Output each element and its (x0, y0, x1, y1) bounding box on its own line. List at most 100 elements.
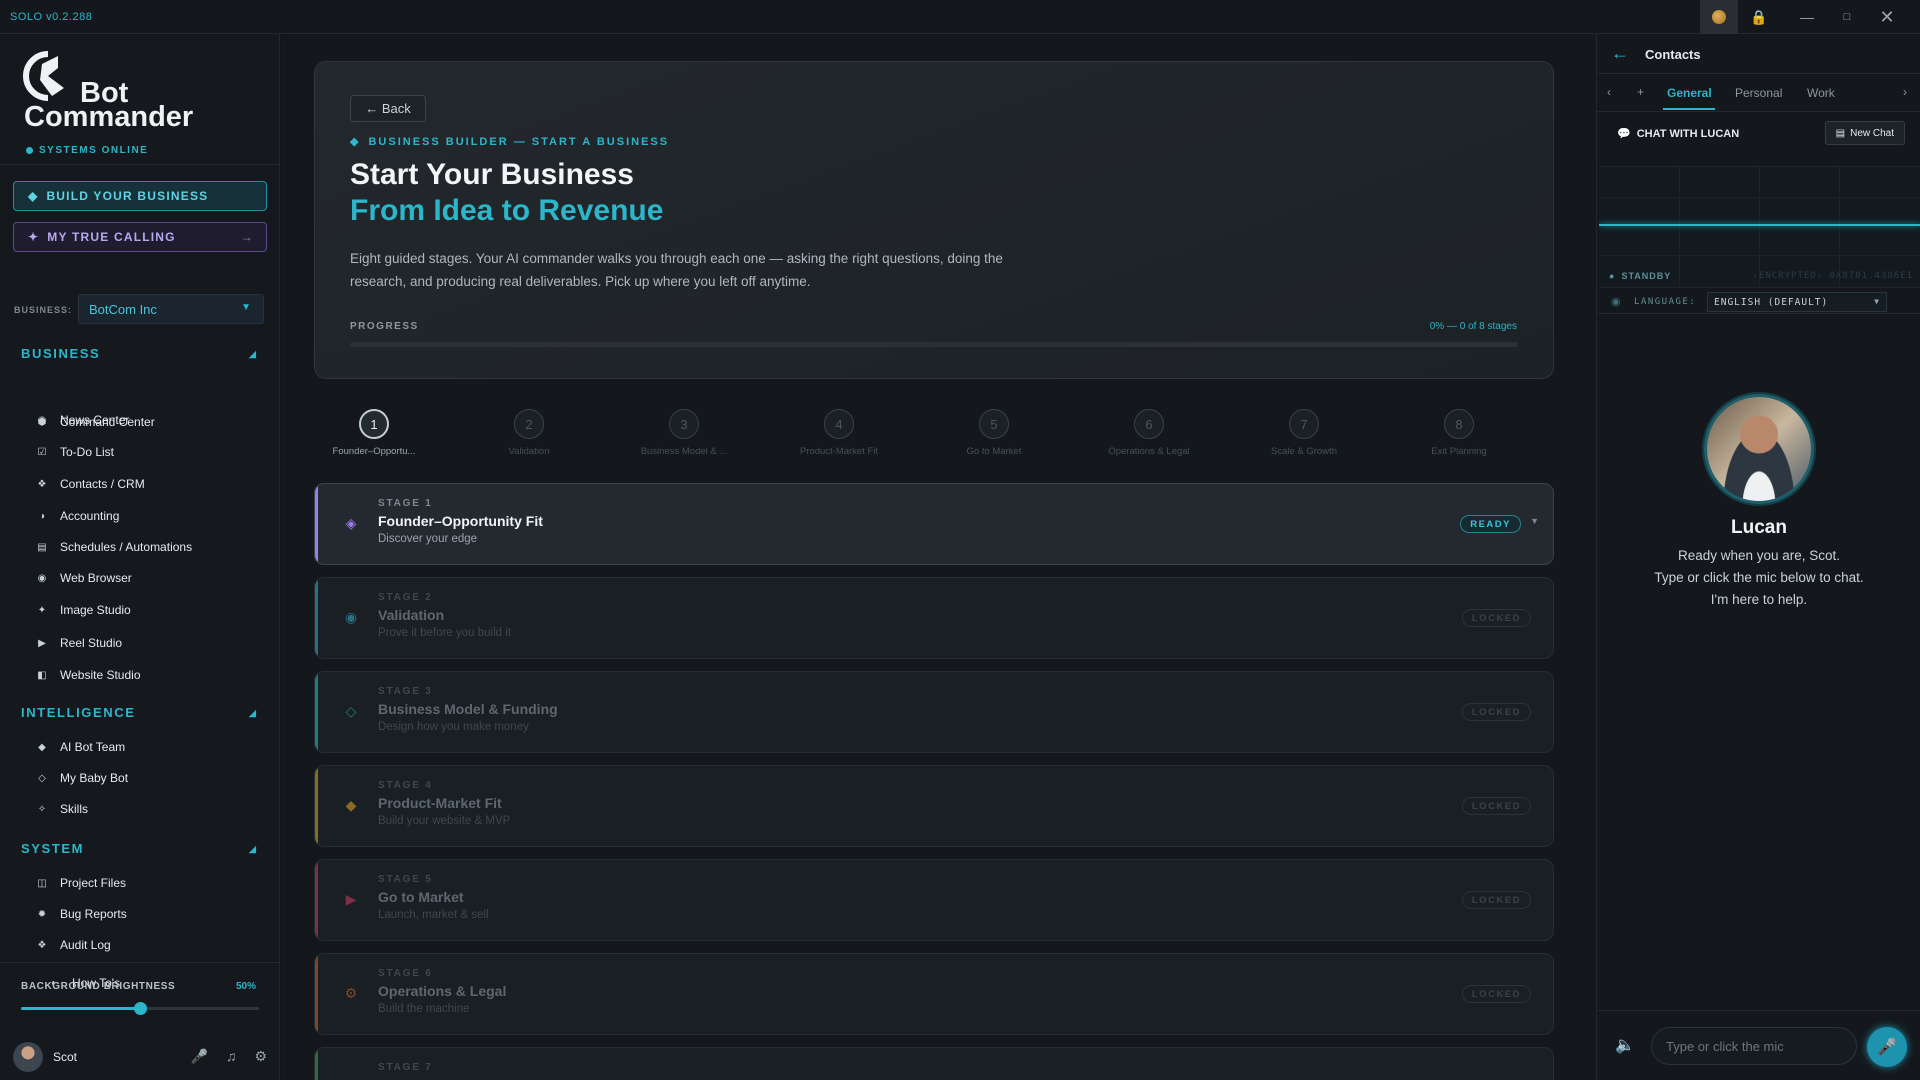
true-calling-button[interactable]: ✦ MY TRUE CALLING → (13, 222, 267, 252)
collapse-triangle-icon: ◢ (249, 349, 258, 359)
main-content: ← Back ◆ BUSINESS BUILDER — START A BUSIN… (281, 34, 1596, 1080)
minimize-icon[interactable]: — (1788, 0, 1826, 34)
accounting-icon: ◑ (38, 510, 46, 522)
lock-icon[interactable]: 🔒 (1740, 0, 1778, 34)
chevron-right-icon[interactable]: › (1903, 85, 1907, 99)
section-business[interactable]: BUSINESS ◢ (21, 346, 256, 361)
chat-title-text: CHAT WITH LUCAN (1636, 127, 1740, 140)
chevron-down-icon[interactable]: ▼ (1530, 516, 1539, 526)
language-label: LANGUAGE: (1634, 297, 1697, 307)
stage-card[interactable]: ◉ STAGE 2 Validation Prove it before you bu… (314, 577, 1554, 659)
stage-icon: ⚙ (344, 985, 358, 1001)
nav-website-studio[interactable]: ◧ Website Studio (36, 668, 140, 682)
new-chat-icon: ▤ (1835, 127, 1846, 139)
stage-card[interactable]: ▶ STAGE 5 Go to Market Launch, market & sel… (314, 859, 1554, 941)
nav-ai-bot-team[interactable]: ◆ AI Bot Team (36, 740, 125, 754)
nav-skills[interactable]: ✧ Skills (36, 802, 88, 816)
stage-card[interactable]: ◇ STAGE 3 Business Model & Funding Design h… (314, 671, 1554, 753)
stage-icon: ▶ (345, 891, 357, 907)
stage-card[interactable]: ◆ STAGE 4 Product-Market Fit Build your web… (314, 765, 1554, 847)
nav-schedules[interactable]: ▤ Schedules / Automations (36, 540, 192, 554)
collapse-triangle-icon: ◢ (249, 844, 258, 854)
brightness-value: 50% (236, 981, 257, 992)
tab-general[interactable]: General (1667, 86, 1712, 100)
nav-image-studio[interactable]: ✦ Image Studio (36, 603, 131, 617)
section-intelligence-label: INTELLIGENCE (21, 705, 136, 720)
step-number: 3 (669, 409, 699, 439)
maximize-icon[interactable]: □ (1828, 0, 1866, 34)
greeting-line: Type or click the mic below to chat. (1654, 570, 1864, 585)
assistant-greeting: Ready when you are, Scot. Type or click … (1597, 545, 1920, 611)
mic-button[interactable]: 🎤 (1867, 1027, 1907, 1067)
audit-icon: ❖ (37, 939, 47, 951)
stage-step-7[interactable]: 7 Scale & Growth (1249, 409, 1359, 457)
stage-step-2[interactable]: 2 Validation (474, 409, 584, 457)
grid-line (1839, 167, 1840, 287)
nav-project-files[interactable]: ◫ Project Files (36, 876, 126, 890)
stage-step-1[interactable]: 1 Founder–Opportu... (319, 409, 429, 457)
divider (0, 962, 280, 963)
chat-input[interactable]: Type or click the mic (1651, 1027, 1857, 1065)
nav-label: To-Do List (60, 445, 115, 459)
new-chat-button[interactable]: ▤ New Chat (1824, 121, 1905, 145)
brightness-slider[interactable] (21, 1002, 259, 1015)
assistant-persona: Lucan Ready when you are, Scot. Type or … (1597, 394, 1920, 611)
headphones-icon[interactable]: ♫ (226, 1048, 237, 1065)
nav-accounting[interactable]: ◑ Accounting (36, 509, 119, 523)
brightness-slider-knob[interactable] (134, 1002, 147, 1015)
nav-label: Reel Studio (60, 636, 123, 650)
nav-label: Audit Log (60, 938, 111, 952)
logo[interactable]: Bot Commander SYSTEMS ONLINE (18, 48, 218, 156)
page-subtitle: From Idea to Revenue (350, 194, 664, 227)
step-number: 7 (1289, 409, 1319, 439)
coin-icon[interactable] (1700, 0, 1738, 34)
step-number: 4 (824, 409, 854, 439)
grid-line (1679, 167, 1680, 287)
stage-card[interactable]: ⚙ STAGE 6 Operations & Legal Build the mach… (314, 953, 1554, 1035)
close-icon[interactable]: ✕ (1868, 0, 1906, 34)
stage-card[interactable]: STAGE 7 (314, 1047, 1554, 1080)
nav-bug-reports[interactable]: ✹ Bug Reports (36, 907, 127, 921)
user-row: Scot 🎤 ♫ ⚙ (13, 1042, 267, 1072)
stage-card[interactable]: ◈ STAGE 1 Founder–Opportunity Fit Discover … (314, 483, 1554, 565)
stage-step-3[interactable]: 3 Business Model & ... (629, 409, 739, 457)
status-dot-icon: ● (1609, 271, 1616, 281)
user-controls: 🎤 ♫ ⚙ (191, 1048, 268, 1065)
nav-my-baby-bot[interactable]: ◇ My Baby Bot (36, 771, 128, 785)
back-arrow-icon[interactable]: ← (1611, 43, 1629, 64)
nav-audit-log[interactable]: ❖ Audit Log (36, 938, 111, 952)
assistant-avatar (1704, 394, 1814, 504)
language-value: ENGLISH (DEFAULT) (1714, 297, 1829, 308)
gear-icon[interactable]: ⚙ (254, 1048, 267, 1065)
chevron-left-icon[interactable]: ‹ (1607, 85, 1611, 99)
business-select[interactable]: BotCom Inc ▼ (78, 294, 264, 324)
build-business-button[interactable]: ◆ BUILD YOUR BUSINESS (13, 181, 267, 211)
section-system[interactable]: SYSTEM ◢ (21, 841, 256, 856)
nav-todo-list[interactable]: ☑ To-Do List (36, 445, 115, 459)
stage-accent (315, 672, 318, 752)
stage-step-4[interactable]: 4 Product-Market Fit (784, 409, 894, 457)
step-number: 5 (979, 409, 1009, 439)
tab-work[interactable]: Work (1807, 86, 1835, 100)
stage-icon: ◆ (345, 797, 357, 813)
avatar[interactable] (13, 1042, 43, 1072)
tab-personal[interactable]: Personal (1735, 86, 1782, 100)
stage-step-6[interactable]: 6 Operations & Legal (1094, 409, 1204, 457)
back-button[interactable]: ← Back (350, 95, 426, 122)
microphone-icon[interactable]: 🎤 (191, 1048, 208, 1065)
plus-icon[interactable]: + (1637, 85, 1644, 99)
sparkle-icon: ✦ (28, 230, 40, 244)
globe-icon: ◉ (37, 572, 47, 584)
stage-step-8[interactable]: 8 Exit Planning (1404, 409, 1514, 457)
language-select[interactable]: ENGLISH (DEFAULT) ▼ (1707, 292, 1887, 312)
nav-reel-studio[interactable]: ▶ Reel Studio (36, 636, 122, 650)
assistant-name: Lucan (1731, 517, 1787, 538)
section-intelligence[interactable]: INTELLIGENCE ◢ (21, 705, 256, 720)
nav-news-center[interactable]: ◉ News Center (36, 413, 130, 427)
arrow-right-icon: → (240, 230, 254, 244)
step-label: Go to Market (966, 446, 1022, 457)
nav-web-browser[interactable]: ◉ Web Browser (36, 571, 132, 585)
nav-contacts-crm[interactable]: ❖ Contacts / CRM (36, 477, 145, 491)
stage-step-5[interactable]: 5 Go to Market (939, 409, 1049, 457)
speaker-icon[interactable]: 🔈 (1615, 1035, 1635, 1055)
